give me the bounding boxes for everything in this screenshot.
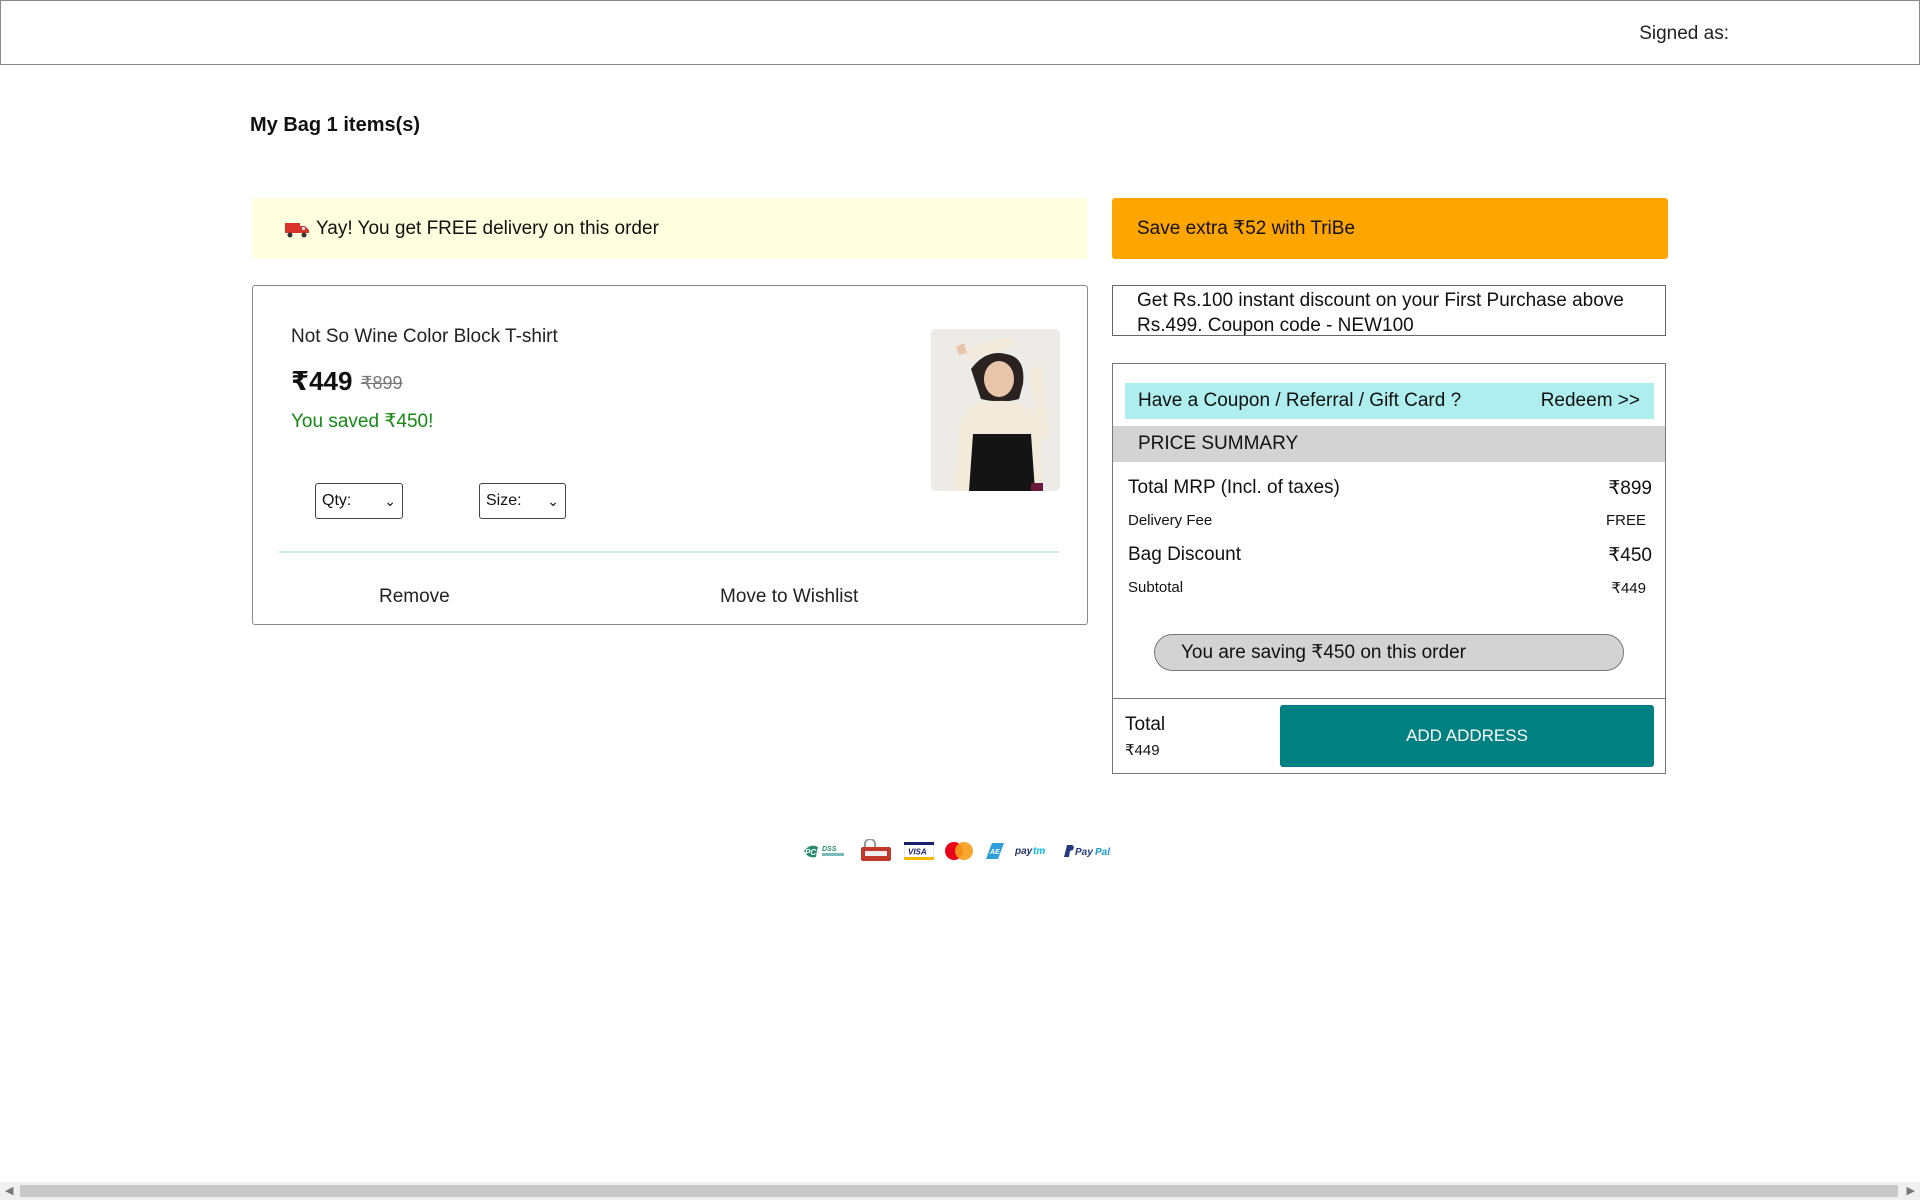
total-label: Total <box>1125 714 1166 735</box>
secure-lock-icon <box>857 839 895 862</box>
svg-text:Pal: Pal <box>1095 847 1110 858</box>
top-navbar: Signed as: <box>0 0 1920 65</box>
redeem-link[interactable]: Redeem >> <box>1541 390 1640 412</box>
paytm-icon: pay tm <box>1015 840 1053 862</box>
bag-item-card: Not So Wine Color Block T-shirt ₹449 ₹89… <box>252 285 1088 625</box>
saving-badge: You are saving ₹450 on this order <box>1154 634 1624 671</box>
remove-button[interactable]: Remove <box>379 586 450 608</box>
product-image[interactable] <box>931 329 1060 491</box>
summary-row-delivery-fee: Delivery Fee FREE <box>1128 512 1646 529</box>
horizontal-scrollbar[interactable]: ◀ ▶ <box>0 1182 1920 1200</box>
truck-icon <box>285 222 309 237</box>
total-value: ₹449 <box>1125 742 1160 759</box>
svg-text:pay: pay <box>1015 846 1033 857</box>
summary-divider <box>1113 698 1665 699</box>
first-purchase-offer: Get Rs.100 instant discount on your Firs… <box>1112 285 1666 336</box>
price-summary-panel: Have a Coupon / Referral / Gift Card ? R… <box>1112 363 1666 774</box>
svg-text:PCI: PCI <box>805 848 819 857</box>
item-divider <box>279 551 1059 553</box>
bag-title: My Bag 1 items(s) <box>250 114 421 136</box>
visa-icon: VISA <box>904 840 934 862</box>
chevron-down-icon: ⌄ <box>547 492 559 509</box>
delivery-text: Yay! You get FREE delivery on this order <box>316 217 659 239</box>
saved-amount: You saved ₹450! <box>291 411 434 432</box>
product-name[interactable]: Not So Wine Color Block T-shirt <box>291 326 558 348</box>
coupon-label: Have a Coupon / Referral / Gift Card ? <box>1138 390 1462 411</box>
summary-row-bag-discount: Bag Discount ₹450 <box>1128 544 1652 566</box>
svg-text:tm: tm <box>1033 846 1045 857</box>
tribe-banner[interactable]: Save extra ₹52 with TriBe <box>1112 198 1668 259</box>
coupon-redeem-bar[interactable]: Have a Coupon / Referral / Gift Card ? R… <box>1125 383 1654 419</box>
size-select-label: Size: <box>486 492 522 509</box>
svg-text:AE: AE <box>989 849 1000 856</box>
paypal-icon: Pay Pal <box>1062 840 1118 862</box>
pci-dss-icon: PCI DSS <box>802 840 848 862</box>
product-mrp: ₹899 <box>361 373 403 393</box>
add-address-button[interactable]: ADD ADDRESS <box>1280 705 1654 767</box>
signed-as-label: Signed as: <box>1639 23 1729 44</box>
move-to-wishlist-button[interactable]: Move to Wishlist <box>720 586 858 608</box>
price-summary-heading: PRICE SUMMARY <box>1113 426 1665 462</box>
tribe-text: Save extra ₹52 with TriBe <box>1137 218 1356 239</box>
summary-row-subtotal: Subtotal ₹449 <box>1128 579 1646 597</box>
svg-text:VISA: VISA <box>908 848 927 857</box>
chevron-down-icon: ⌄ <box>384 492 396 509</box>
amex-icon: AE <box>984 840 1006 862</box>
payment-logos: PCI DSS VISA AE pay tm Pay Pal <box>802 836 1118 866</box>
free-delivery-banner: Yay! You get FREE delivery on this order <box>252 198 1087 259</box>
product-price: ₹449 <box>291 366 353 396</box>
qty-select[interactable]: Qty: ⌄ <box>315 483 403 519</box>
size-select[interactable]: Size: ⌄ <box>479 483 566 519</box>
svg-text:DSS: DSS <box>822 846 837 853</box>
qty-select-label: Qty: <box>322 492 352 509</box>
svg-text:Pay: Pay <box>1075 847 1093 858</box>
scroll-right-icon[interactable]: ▶ <box>1907 1184 1915 1197</box>
summary-row-total-mrp: Total MRP (Incl. of taxes) ₹899 <box>1128 477 1652 499</box>
scroll-left-icon[interactable]: ◀ <box>5 1184 13 1197</box>
scrollbar-thumb[interactable] <box>20 1185 1898 1197</box>
mastercard-icon <box>943 840 975 862</box>
